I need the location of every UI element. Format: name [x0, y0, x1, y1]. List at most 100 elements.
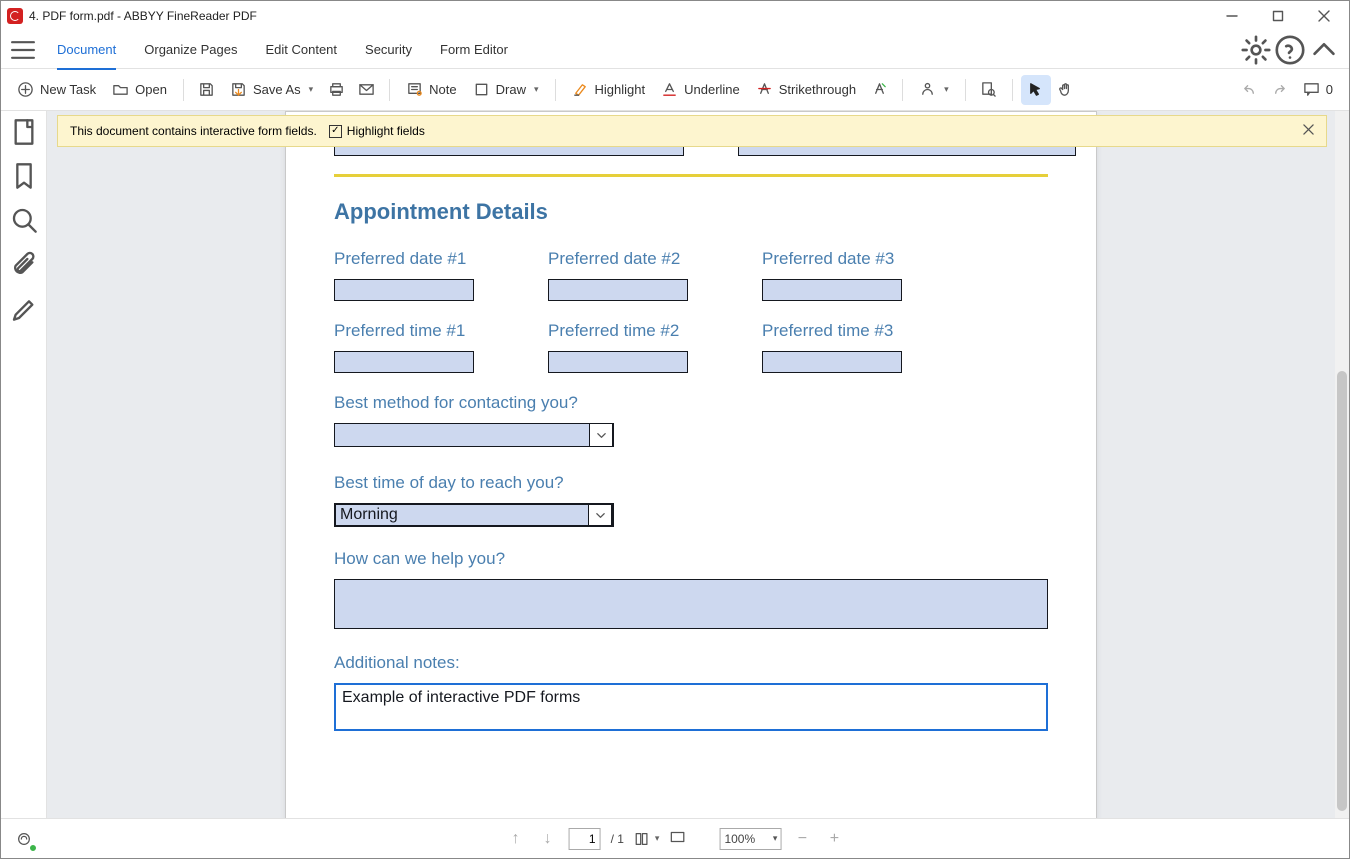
- chevron-down-icon: [589, 423, 613, 447]
- undo-button[interactable]: [1235, 75, 1265, 105]
- chevron-down-icon: ▾: [655, 833, 660, 844]
- email-button[interactable]: [351, 75, 381, 105]
- status-dot-icon: [29, 844, 37, 852]
- new-task-button[interactable]: New Task: [9, 75, 104, 105]
- fit-width-button[interactable]: [669, 829, 685, 848]
- background-tasks-button[interactable]: [11, 826, 37, 852]
- redo-button[interactable]: [1265, 75, 1295, 105]
- date3-label: Preferred date #3: [762, 249, 902, 269]
- vertical-scrollbar[interactable]: [1335, 111, 1349, 818]
- status-bar: ↑ ↓ / 1 ▾ 100%▾ − +: [1, 818, 1349, 858]
- infobar-close-button[interactable]: [1303, 124, 1314, 138]
- print-button[interactable]: [321, 75, 351, 105]
- chevron-down-icon: [588, 504, 612, 526]
- sign-panel-button[interactable]: [9, 293, 39, 323]
- left-sidebar: [1, 111, 47, 818]
- hand-tool-button[interactable]: [1051, 75, 1081, 105]
- draw-button[interactable]: Draw ▾: [465, 75, 547, 105]
- underline-label: Underline: [684, 82, 740, 97]
- zoom-out-button[interactable]: −: [791, 830, 813, 848]
- page-number-input[interactable]: [569, 828, 601, 850]
- date1-label: Preferred date #1: [334, 249, 474, 269]
- minimize-button[interactable]: [1209, 1, 1255, 31]
- close-button[interactable]: [1301, 1, 1347, 31]
- notes-label: Additional notes:: [334, 653, 1048, 673]
- text-style-button[interactable]: [864, 75, 894, 105]
- info-message: This document contains interactive form …: [70, 124, 317, 138]
- open-label: Open: [135, 82, 167, 97]
- zoom-value: 100%: [724, 832, 755, 846]
- window-titlebar: 4. PDF form.pdf - ABBYY FineReader PDF: [1, 1, 1349, 31]
- menubar: Document Organize Pages Edit Content Sec…: [1, 31, 1349, 69]
- settings-button[interactable]: [1239, 33, 1273, 67]
- info-bar: This document contains interactive form …: [57, 115, 1327, 147]
- search-panel-button[interactable]: [9, 205, 39, 235]
- window-title: 4. PDF form.pdf - ABBYY FineReader PDF: [29, 9, 257, 23]
- tab-organize-pages[interactable]: Organize Pages: [130, 31, 251, 69]
- find-button[interactable]: [974, 75, 1004, 105]
- maximize-button[interactable]: [1255, 1, 1301, 31]
- page-layout-button[interactable]: ▾: [634, 831, 660, 847]
- highlight-fields-checkbox[interactable]: ✓: [329, 125, 342, 138]
- notes-textarea[interactable]: Example of interactive PDF forms: [334, 683, 1048, 731]
- toolbar: New Task Open Save As ▾ Note Draw ▾ High…: [1, 69, 1349, 111]
- date3-field[interactable]: [762, 279, 902, 301]
- zoom-select[interactable]: 100% ▾: [719, 828, 781, 850]
- next-page-button[interactable]: ↓: [537, 830, 559, 848]
- time2-label: Preferred time #2: [548, 321, 688, 341]
- bookmarks-panel-button[interactable]: [9, 161, 39, 191]
- app-icon: [7, 8, 23, 24]
- tab-edit-content[interactable]: Edit Content: [251, 31, 351, 69]
- hamburger-menu[interactable]: [9, 36, 37, 64]
- best-time-value: Morning: [336, 506, 402, 524]
- notes-value: Example of interactive PDF forms: [342, 689, 580, 706]
- highlight-button[interactable]: Highlight: [564, 75, 654, 105]
- zoom-in-button[interactable]: +: [823, 830, 845, 848]
- chevron-down-icon: ▾: [773, 833, 778, 844]
- prev-page-button[interactable]: ↑: [505, 830, 527, 848]
- note-button[interactable]: Note: [398, 75, 464, 105]
- date1-field[interactable]: [334, 279, 474, 301]
- comments-count: 0: [1326, 82, 1333, 97]
- select-tool-button[interactable]: [1021, 75, 1051, 105]
- separator: [555, 79, 556, 101]
- collapse-ribbon-button[interactable]: [1307, 33, 1341, 67]
- strikethrough-button[interactable]: Strikethrough: [748, 75, 864, 105]
- time3-label: Preferred time #3: [762, 321, 902, 341]
- chevron-down-icon: ▾: [944, 84, 949, 95]
- separator: [965, 79, 966, 101]
- tab-security[interactable]: Security: [351, 31, 426, 69]
- best-time-label: Best time of day to reach you?: [334, 473, 1048, 493]
- time2-field[interactable]: [548, 351, 688, 373]
- separator: [389, 79, 390, 101]
- note-label: Note: [429, 82, 456, 97]
- chevron-down-icon: ▾: [309, 84, 314, 95]
- contact-method-label: Best method for contacting you?: [334, 393, 1048, 413]
- scrollbar-thumb[interactable]: [1337, 371, 1347, 811]
- underline-button[interactable]: Underline: [653, 75, 748, 105]
- help-button[interactable]: [1273, 33, 1307, 67]
- contact-method-dropdown[interactable]: [334, 423, 614, 447]
- help-textarea[interactable]: [334, 579, 1048, 629]
- date2-field[interactable]: [548, 279, 688, 301]
- comments-button[interactable]: 0: [1295, 75, 1341, 105]
- chevron-down-icon: ▾: [534, 84, 539, 95]
- time3-field[interactable]: [762, 351, 902, 373]
- best-time-dropdown[interactable]: Morning: [334, 503, 614, 527]
- pages-panel-button[interactable]: [9, 117, 39, 147]
- section-divider: [334, 174, 1048, 177]
- time1-field[interactable]: [334, 351, 474, 373]
- signature-button[interactable]: ▾: [911, 75, 957, 105]
- save-button[interactable]: [192, 75, 222, 105]
- open-button[interactable]: Open: [104, 75, 175, 105]
- draw-label: Draw: [496, 82, 526, 97]
- strikethrough-label: Strikethrough: [779, 82, 856, 97]
- tab-document[interactable]: Document: [43, 31, 130, 69]
- save-as-button[interactable]: Save As ▾: [222, 75, 321, 105]
- attachments-panel-button[interactable]: [9, 249, 39, 279]
- tab-form-editor[interactable]: Form Editor: [426, 31, 522, 69]
- save-as-label: Save As: [253, 82, 301, 97]
- pdf-page: Phone number Email address Appointment D…: [285, 111, 1097, 818]
- separator: [183, 79, 184, 101]
- time1-label: Preferred time #1: [334, 321, 474, 341]
